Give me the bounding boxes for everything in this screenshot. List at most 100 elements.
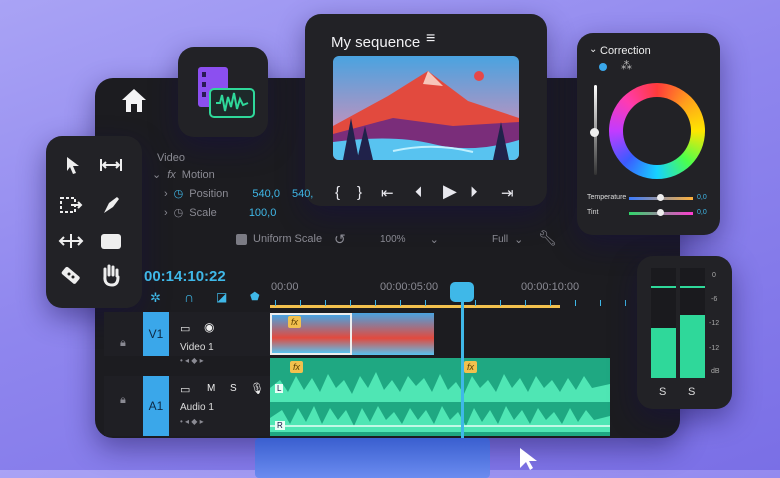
audio-track-name: Audio 1: [180, 402, 214, 413]
preview-frame: [333, 56, 519, 160]
step-forward-icon[interactable]: ⏵: [470, 184, 478, 201]
meter-scale-label: -12: [709, 345, 720, 352]
home-icon: [122, 89, 146, 112]
right-meter-peak: [680, 286, 705, 288]
position-row[interactable]: › ◷ Position 540,0 540,: [164, 187, 313, 201]
ripple-edit-icon[interactable]: [58, 192, 84, 218]
chevron-right-icon: ›: [164, 206, 168, 219]
camera-icon[interactable]: ▭: [180, 322, 190, 335]
fx-badge[interactable]: fx: [464, 361, 478, 373]
video-track-target[interactable]: V1: [143, 312, 169, 356]
chevron-down-icon[interactable]: ⌄: [589, 44, 597, 55]
eye-icon[interactable]: ◉: [204, 320, 214, 334]
lock-icon[interactable]: 🔒︎: [120, 337, 126, 350]
magnet-icon[interactable]: ∩: [184, 289, 194, 305]
ruler-label: 00:00:10:00: [521, 281, 580, 293]
selection-tool-icon[interactable]: [60, 152, 86, 178]
video-track-name: Video 1: [180, 342, 214, 353]
marker-icon[interactable]: ⬟: [250, 290, 260, 303]
position-y-value[interactable]: 540,: [292, 188, 313, 200]
tint-value: 0,0: [697, 209, 707, 216]
right-meter-level: [680, 315, 705, 378]
chevron-down-icon: ⌄: [429, 234, 439, 246]
timeline-reflection: [255, 438, 490, 478]
temperature-value: 0,0: [697, 194, 707, 201]
zoom-dropdown[interactable]: 100% ⌄: [380, 233, 439, 246]
linked-selection-icon[interactable]: ◪: [216, 290, 227, 304]
color-dot-icon[interactable]: [599, 63, 607, 71]
temperature-label: Temperature: [587, 194, 627, 201]
quality-dropdown[interactable]: Full ⌄: [492, 233, 523, 246]
pen-tool-icon[interactable]: [98, 192, 124, 218]
rectangle-tool-icon[interactable]: [98, 228, 124, 254]
color-wheel[interactable]: [609, 83, 705, 179]
timecode[interactable]: 00:14:10:22: [144, 268, 226, 285]
keyframe-nav-icon[interactable]: • ◂ ◆ ▸: [180, 356, 204, 365]
go-to-out-icon[interactable]: ⇥: [501, 184, 514, 202]
chevron-down-icon: ⌄: [152, 169, 162, 181]
playhead-handle[interactable]: [450, 282, 474, 302]
scale-value[interactable]: 100,0: [249, 207, 277, 219]
mute-button[interactable]: M: [207, 383, 215, 394]
slide-tool-icon[interactable]: [58, 228, 84, 254]
chevron-right-icon: ›: [164, 187, 168, 200]
keyframe-nav-icon[interactable]: • ◂ ◆ ▸: [180, 417, 204, 426]
meter-scale-label: -12: [709, 320, 720, 327]
home-button[interactable]: [118, 86, 150, 114]
meter-scale-label: dB: [711, 368, 720, 375]
scale-row[interactable]: › ◷ Scale 100,0: [164, 206, 277, 220]
left-meter-peak: [651, 286, 676, 288]
wrench-icon[interactable]: 🔧︎: [538, 229, 557, 247]
mark-in-button[interactable]: {: [335, 184, 340, 201]
correction-panel: ⌄ Correction ⁂ Temperature 0,0 Tint 0,0: [577, 33, 720, 235]
tint-handle[interactable]: [657, 209, 664, 216]
snap-icon[interactable]: ✲: [150, 290, 161, 306]
checkbox-icon: [236, 233, 247, 245]
audio-track-target[interactable]: A1: [143, 376, 169, 436]
correction-title: Correction: [600, 45, 651, 57]
media-card[interactable]: [178, 47, 268, 137]
left-channel-label: L: [275, 384, 284, 393]
razor-tool-icon[interactable]: [58, 262, 84, 288]
color-mix-icon[interactable]: ⁂: [621, 59, 632, 72]
lock-icon[interactable]: 🔒︎: [120, 394, 126, 407]
video-section-label: Video: [157, 152, 185, 164]
solo-button[interactable]: S: [230, 383, 237, 394]
media-audio-icon: [198, 67, 255, 118]
hamburger-icon[interactable]: ≡: [426, 30, 435, 48]
track-select-icon[interactable]: [98, 152, 124, 178]
hand-tool-icon[interactable]: [98, 262, 124, 288]
motion-row[interactable]: ⌄ fx Motion: [152, 168, 215, 182]
go-to-in-icon[interactable]: ⇤: [381, 184, 394, 202]
audio-meter: 0 -6 -12 -12 dB S S: [637, 256, 732, 409]
microphone-icon[interactable]: 🎙︎: [250, 382, 264, 395]
reset-icon[interactable]: ↺: [334, 231, 346, 248]
stopwatch-icon[interactable]: ◷: [174, 206, 184, 219]
right-solo-button[interactable]: S: [688, 386, 695, 398]
play-icon[interactable]: ▶: [443, 181, 457, 202]
right-channel-label: R: [275, 421, 285, 430]
position-x-value[interactable]: 540,0: [252, 188, 280, 200]
sequence-title: My sequence: [331, 34, 421, 51]
video-clip[interactable]: [352, 313, 434, 355]
tools-panel: [46, 136, 142, 308]
temperature-handle[interactable]: [657, 194, 664, 201]
left-solo-button[interactable]: S: [659, 386, 666, 398]
video-clip[interactable]: [270, 313, 352, 355]
chevron-down-icon: ⌄: [514, 234, 524, 246]
mark-out-button[interactable]: }: [357, 184, 362, 201]
tint-label: Tint: [587, 209, 599, 216]
audio-waveform: [270, 372, 610, 432]
stopwatch-icon[interactable]: ◷: [174, 187, 184, 200]
meter-scale-label: -6: [711, 296, 718, 303]
sequence-monitor: My sequence ≡ { } ⇤ ⏴ ▶ ⏵ ⇥: [305, 14, 547, 206]
fx-icon: fx: [167, 168, 176, 181]
fx-badge[interactable]: fx: [288, 316, 302, 328]
audio-clip[interactable]: [270, 358, 610, 436]
step-back-icon[interactable]: ⏴: [415, 184, 423, 201]
ruler-label: 00:00:05:00: [380, 281, 439, 293]
luminance-handle[interactable]: [590, 128, 599, 137]
fx-badge[interactable]: fx: [290, 361, 304, 373]
speaker-icon[interactable]: ▭: [180, 383, 190, 396]
uniform-scale-checkbox[interactable]: Uniform Scale: [236, 233, 322, 245]
